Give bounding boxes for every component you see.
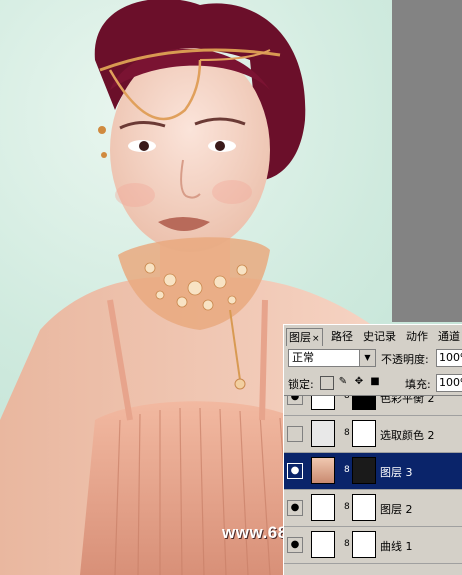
image-thumb [311, 457, 335, 484]
layers-panel: 图层× 路径 史记录 动作 通道 正常 ▼ 不透明度: 100% 锁定: ✎ ✥… [283, 324, 462, 575]
link-icon: 8 [344, 539, 350, 549]
eye-icon[interactable]: ● [287, 396, 303, 405]
brush-icon[interactable]: ✎ [337, 376, 349, 388]
lock-icon[interactable]: ■ [369, 376, 381, 388]
layer-row[interactable]: 8 选取颜色 2 [284, 416, 462, 453]
adjustment-thumb [311, 531, 335, 558]
link-icon: 8 [344, 502, 350, 512]
close-icon[interactable]: × [312, 334, 320, 344]
move-icon[interactable]: ✥ [353, 376, 365, 388]
layer-row[interactable]: ● 8 图层 3 [284, 453, 462, 490]
panel-tabs: 图层× 路径 史记录 动作 通道 [284, 325, 462, 347]
lock-row: 锁定: ✎ ✥ ■ 填充: 100% [284, 372, 462, 394]
layer-list: ● 8 色彩平衡 2 8 选取颜色 2 ● 8 图层 3 ● 8 图层 2 ● … [284, 395, 462, 575]
layer-name: 图层 3 [380, 466, 413, 479]
photoshop-window: 联学 www.68ps.com 图层× 路径 史记录 动作 通道 正常 ▼ 不透… [0, 0, 462, 575]
layer-name: 选取颜色 2 [380, 429, 435, 442]
blend-mode-value: 正常 [292, 351, 314, 364]
tab-history[interactable]: 史记录 [363, 328, 396, 345]
link-icon: 8 [344, 395, 350, 401]
mask-thumb [352, 396, 376, 410]
tab-channels[interactable]: 通道 [438, 328, 460, 345]
tab-paths[interactable]: 路径 [331, 328, 353, 345]
canvas-background [392, 0, 462, 322]
lock-label: 锁定: [288, 378, 314, 391]
layer-name: 图层 2 [380, 503, 413, 516]
layer-row[interactable]: ● 8 曲线 1 [284, 527, 462, 564]
opacity-input[interactable]: 100% [436, 349, 462, 367]
fill-label: 填充: [405, 378, 431, 391]
link-icon: 8 [344, 428, 350, 438]
mask-thumb [352, 494, 376, 521]
layer-name: 色彩平衡 2 [380, 395, 435, 405]
layer-name: 曲线 1 [380, 540, 413, 553]
tab-actions[interactable]: 动作 [406, 328, 428, 345]
link-icon: 8 [344, 465, 350, 475]
mask-thumb [352, 420, 376, 447]
lock-transparent-icon[interactable] [320, 376, 334, 390]
tab-layers-label: 图层 [289, 331, 311, 344]
mask-thumb [352, 457, 376, 484]
blend-row: 正常 ▼ 不透明度: 100% [284, 347, 462, 371]
adjustment-thumb [311, 420, 335, 447]
adjustment-thumb [311, 396, 335, 410]
eye-icon[interactable]: ● [287, 537, 303, 553]
visibility-toggle[interactable] [287, 426, 303, 442]
mask-thumb [352, 531, 376, 558]
eye-icon[interactable]: ● [287, 500, 303, 516]
opacity-label: 不透明度: [381, 353, 429, 366]
blend-mode-select[interactable]: 正常 ▼ [288, 349, 376, 367]
chevron-down-icon[interactable]: ▼ [359, 350, 375, 366]
adjustment-thumb [311, 494, 335, 521]
tab-layers[interactable]: 图层× [286, 328, 323, 346]
layer-row[interactable]: ● 8 图层 2 [284, 490, 462, 527]
eye-icon[interactable]: ● [287, 463, 303, 479]
fill-input[interactable]: 100% [436, 374, 462, 392]
layer-row[interactable]: ● 8 色彩平衡 2 [284, 395, 462, 416]
